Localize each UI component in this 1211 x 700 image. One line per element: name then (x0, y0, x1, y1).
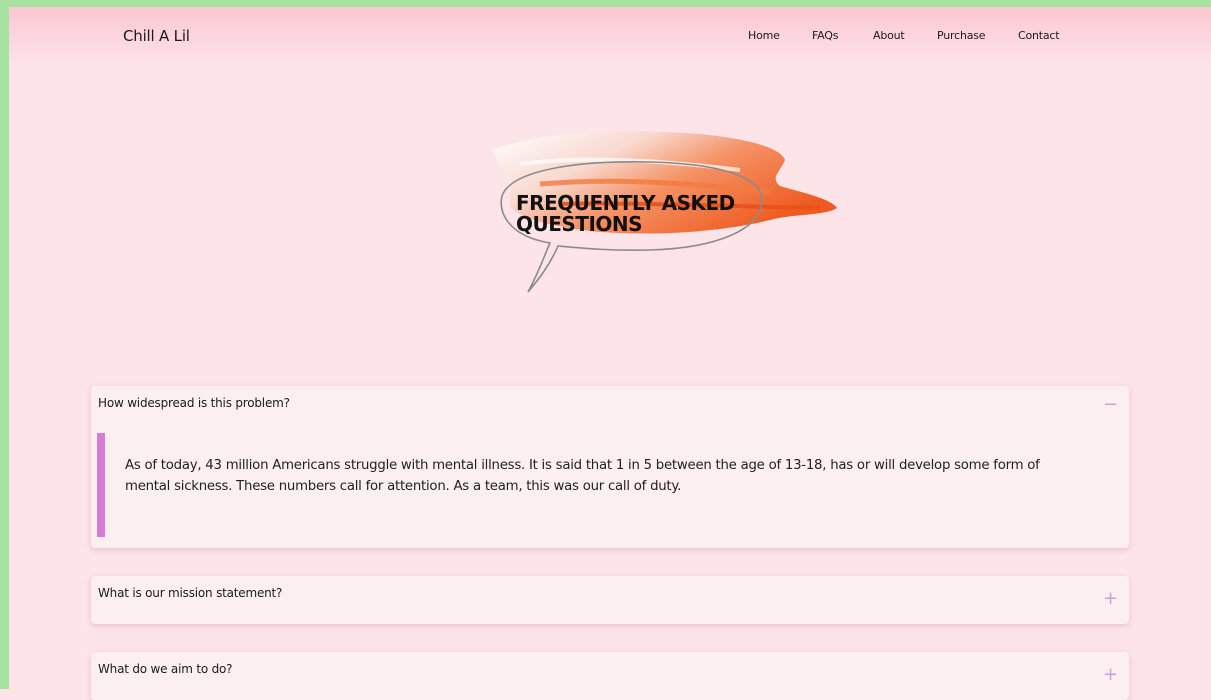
collapse-icon[interactable]: − (1103, 396, 1118, 414)
faq-question[interactable]: How widespread is this problem? (98, 396, 290, 410)
nav-link-about[interactable]: About (873, 29, 905, 42)
faq-item-expanded: How widespread is this problem? − As of … (91, 386, 1129, 548)
nav-link-faqs[interactable]: FAQs (812, 29, 838, 42)
nav-links: Home FAQs About Purchase Contact (9, 29, 1211, 49)
faq-question[interactable]: What do we aim to do? (98, 662, 233, 676)
nav-link-contact[interactable]: Contact (1018, 29, 1060, 42)
expand-icon[interactable]: + (1103, 590, 1118, 608)
faq-answer: As of today, 43 million Americans strugg… (97, 433, 1097, 537)
navbar: Chill A Lil Home FAQs About Purchase Con… (9, 7, 1211, 65)
nav-link-purchase[interactable]: Purchase (937, 29, 986, 42)
faq-question[interactable]: What is our mission statement? (98, 586, 282, 600)
nav-link-home[interactable]: Home (748, 29, 780, 42)
faq-answer-text: As of today, 43 million Americans strugg… (125, 458, 1040, 494)
faq-item[interactable]: What is our mission statement? + (91, 576, 1129, 624)
faq-item[interactable]: What do we aim to do? + (91, 652, 1129, 700)
faq-hero: Frequently Asked Questions (480, 120, 850, 305)
expand-icon[interactable]: + (1103, 666, 1118, 684)
page-title: Frequently Asked Questions (516, 191, 735, 236)
